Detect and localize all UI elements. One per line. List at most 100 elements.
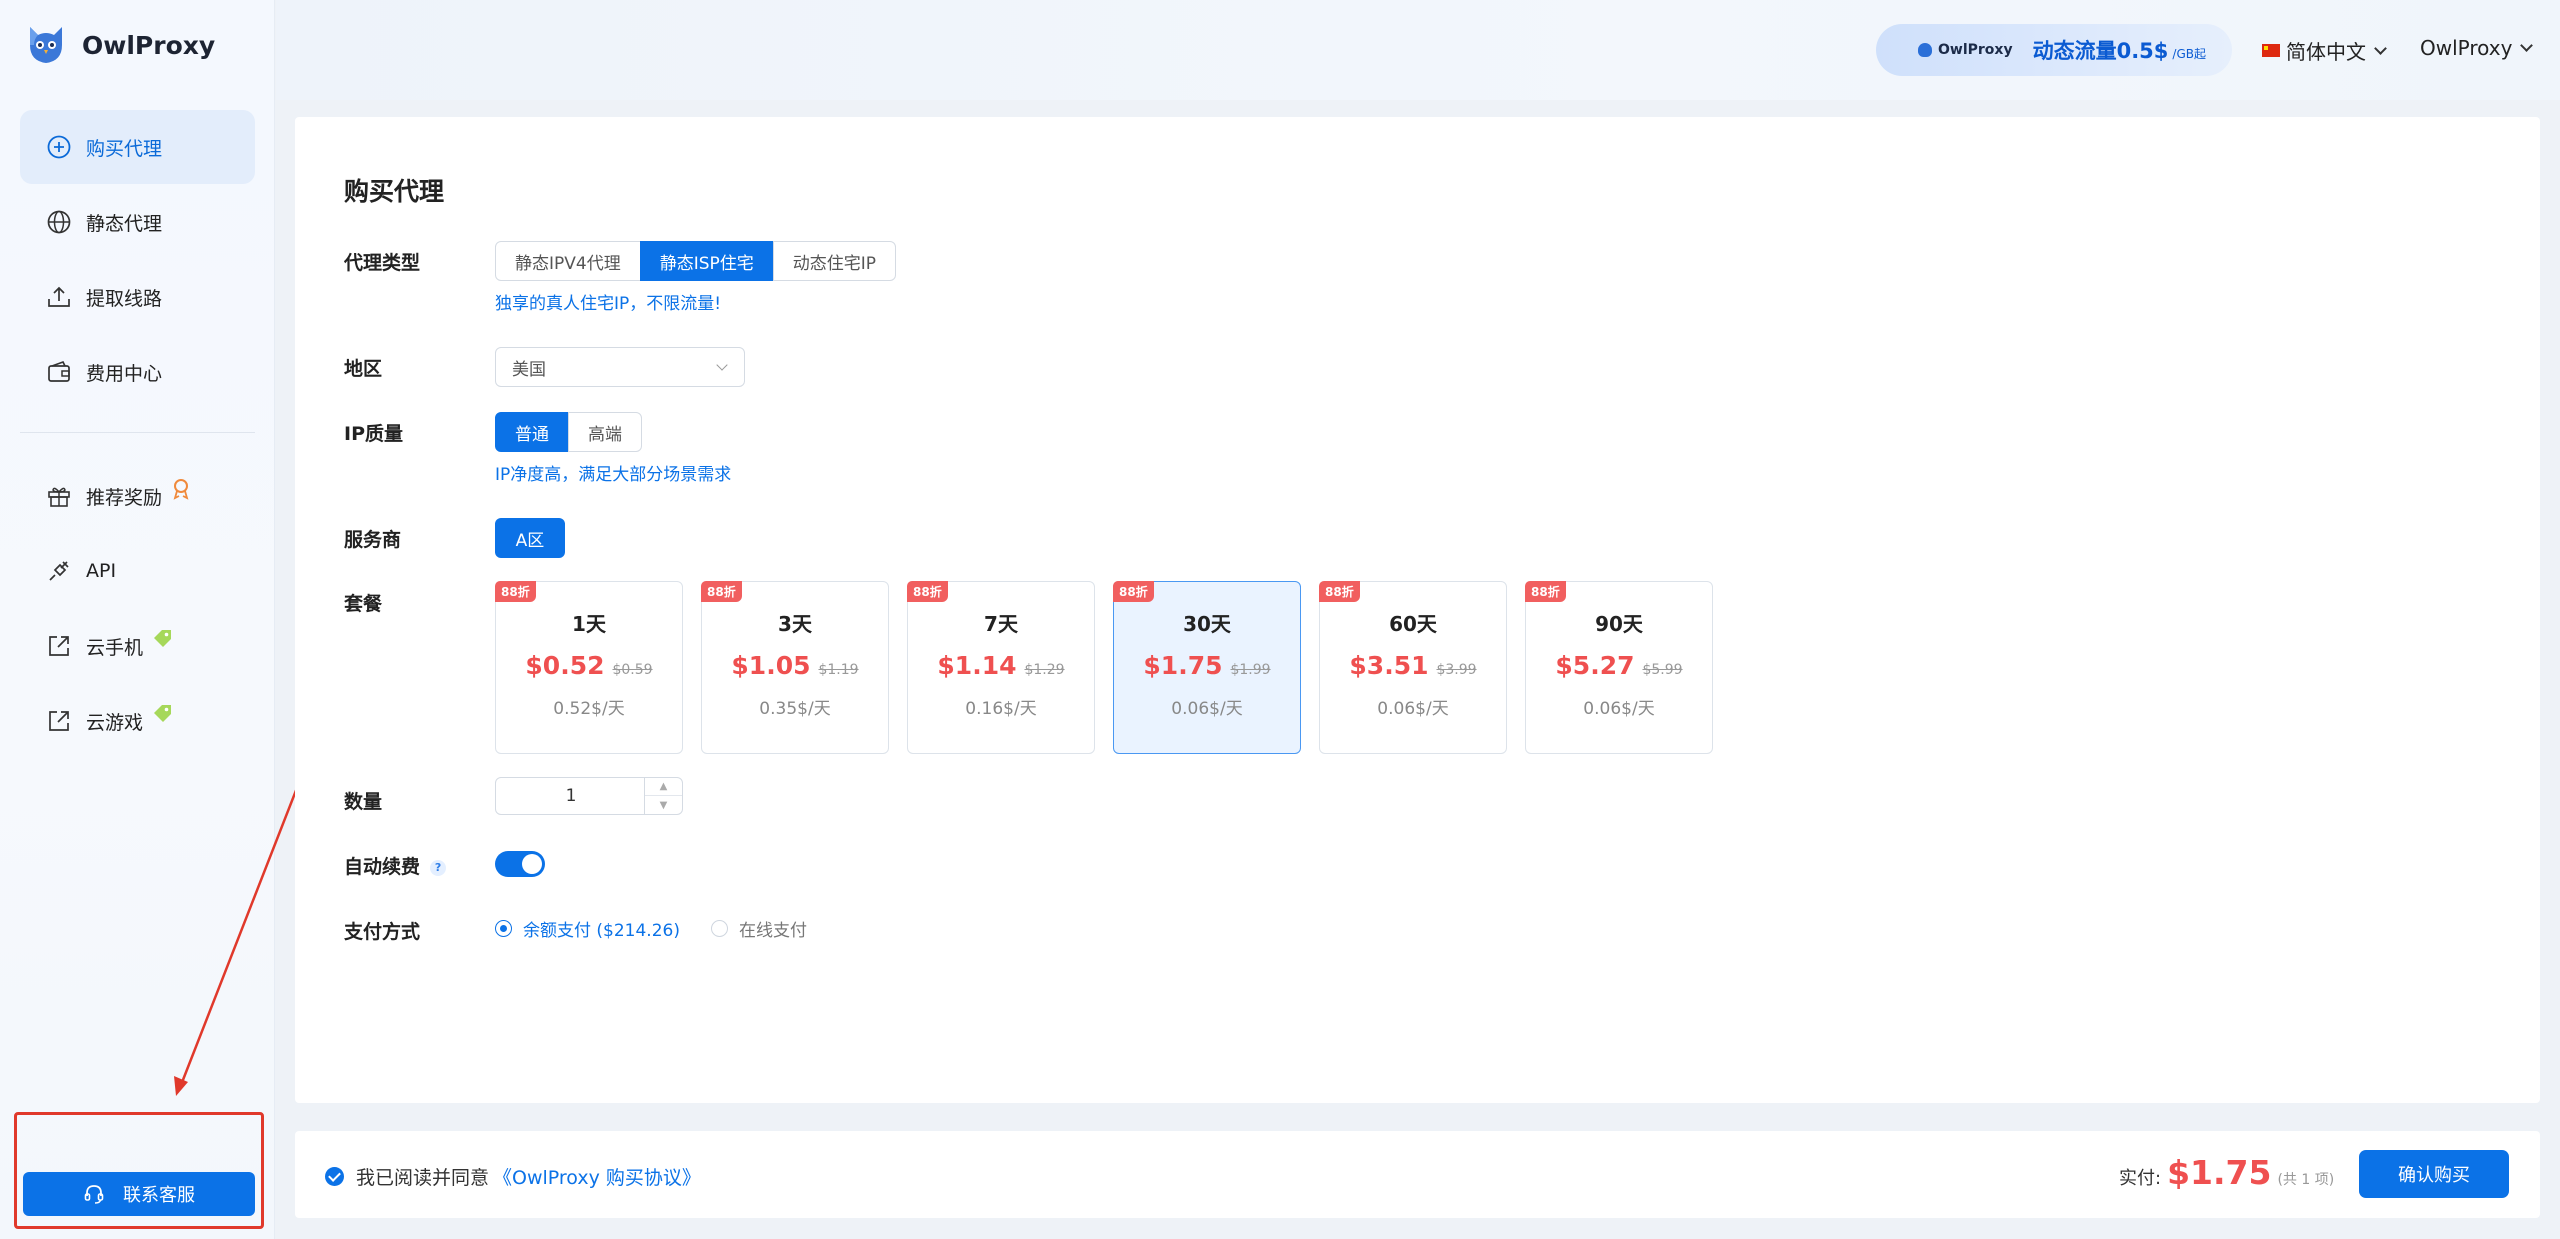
- discount-tag: 88折: [1319, 581, 1360, 602]
- sidebar-item-label: 费用中心: [86, 362, 163, 385]
- quantity-steps: ▲ ▼: [644, 778, 682, 814]
- proxy-type-option-dynamic[interactable]: 动态住宅IP: [772, 241, 897, 281]
- promo-brand-text: OwlProxy: [1938, 42, 2013, 58]
- confirm-purchase-button[interactable]: 确认购买: [2359, 1150, 2509, 1198]
- sidebar-item-static-proxy[interactable]: 静态代理: [20, 185, 255, 259]
- plan-price-old: $1.29: [1024, 662, 1065, 678]
- language-label: 简体中文: [2286, 40, 2366, 64]
- user-name: OwlProxy: [2420, 36, 2513, 60]
- checkout-bar: 我已阅读并同意 《OwlProxy 购买协议》 实付: $1.75 (共 1 项…: [295, 1131, 2540, 1218]
- ip-quality-option-normal[interactable]: 普通: [495, 412, 569, 452]
- plan-list: 88折 1天 $0.52 $0.59 0.52$/天 88折 3天 $1.05 …: [495, 581, 1731, 754]
- sidebar-item-label: API: [86, 560, 117, 582]
- ip-quality-label: IP质量: [344, 423, 403, 445]
- share-box-icon: [49, 636, 69, 656]
- plan-card-60-days[interactable]: 88折 60天 $3.51 $3.99 0.06$/天: [1319, 581, 1507, 754]
- provider-option-a[interactable]: A区: [495, 518, 565, 558]
- contact-support-button[interactable]: 联系客服: [23, 1172, 255, 1216]
- sidebar-item-label: 推荐奖励: [86, 486, 163, 509]
- quantity-decrement-button[interactable]: ▼: [645, 796, 682, 814]
- plan-price: $3.51 $3.99: [1320, 651, 1506, 680]
- owl-logo-icon: [1918, 43, 1932, 57]
- globe-icon: [47, 210, 71, 234]
- wallet-icon: [48, 360, 70, 382]
- promo-main-text: 动态流量0.5$: [2032, 39, 2169, 63]
- plan-card-30-days[interactable]: 88折 30天 $1.75 $1.99 0.06$/天: [1113, 581, 1301, 754]
- sidebar-nav: 购买代理 静态代理 提取线路 费用中心 推荐奖励 API 云手机 云游戏: [20, 110, 255, 759]
- plan-card-7-days[interactable]: 88折 7天 $1.14 $1.29 0.16$/天: [907, 581, 1095, 754]
- payment-option-label: 在线支付: [739, 921, 807, 941]
- sidebar-item-billing[interactable]: 费用中心: [20, 335, 255, 409]
- agreement-checkbox[interactable]: 我已阅读并同意 《OwlProxy 购买协议》: [325, 1163, 701, 1190]
- user-menu[interactable]: OwlProxy: [2420, 36, 2534, 60]
- plan-price-old: $3.99: [1436, 662, 1477, 678]
- plan-days: 90天: [1595, 612, 1643, 636]
- tag-icon: [154, 705, 172, 722]
- proxy-type-hint: 独享的真人住宅IP，不限流量!: [495, 294, 722, 314]
- radio-balance[interactable]: [495, 920, 512, 937]
- plan-label: 套餐: [344, 593, 383, 615]
- payment-option-online[interactable]: 在线支付: [711, 916, 807, 941]
- sidebar-divider: [20, 432, 255, 433]
- region-value: 美国: [512, 359, 546, 380]
- agreement-link[interactable]: 《OwlProxy 购买协议》: [493, 1163, 701, 1190]
- plan-days: 60天: [1389, 612, 1437, 636]
- discount-tag: 88折: [701, 581, 742, 602]
- total-summary: 实付: $1.75 (共 1 项): [2119, 1153, 2334, 1192]
- sidebar-item-label: 云手机: [86, 636, 144, 659]
- sidebar-item-cloud-game[interactable]: 云游戏: [20, 684, 255, 758]
- sidebar-item-api[interactable]: API: [20, 534, 255, 608]
- plan-price-now: $1.05: [731, 651, 811, 680]
- ip-quality-hint: IP净度高，满足大部分场景需求: [495, 465, 732, 485]
- plan-price: $0.52 $0.59: [496, 651, 682, 680]
- proxy-type-option-ipv4[interactable]: 静态IPV4代理: [495, 241, 641, 281]
- chevron-down-icon: [2520, 39, 2534, 52]
- logo[interactable]: OwlProxy: [24, 22, 215, 68]
- total-label: 实付:: [2119, 1168, 2162, 1189]
- sidebar-item-label: 云游戏: [86, 711, 144, 734]
- sidebar-item-label: 静态代理: [86, 212, 163, 235]
- auto-renew-label-row: 自动续费?: [344, 852, 447, 879]
- sidebar-item-extract-lines[interactable]: 提取线路: [20, 260, 255, 334]
- payment-option-balance[interactable]: 余额支付 ($214.26): [495, 916, 680, 941]
- plan-price-now: $0.52: [525, 651, 605, 680]
- quantity-input[interactable]: 1: [496, 778, 646, 814]
- china-flag-icon: [2262, 44, 2280, 57]
- plan-per-day: 0.06$/天: [1171, 699, 1243, 719]
- sidebar: OwlProxy 购买代理 静态代理 提取线路 费用中心 推荐奖励 API 云手…: [0, 0, 275, 1239]
- sidebar-item-buy-proxy[interactable]: 购买代理: [20, 110, 255, 184]
- proxy-type-option-isp[interactable]: 静态ISP住宅: [639, 241, 774, 281]
- agreement-text: 我已阅读并同意: [356, 1167, 490, 1189]
- check-circle-icon[interactable]: [325, 1167, 344, 1186]
- plan-price: $1.14 $1.29: [908, 651, 1094, 680]
- plan-days: 3天: [778, 612, 812, 636]
- plan-price: $1.05 $1.19: [702, 651, 888, 680]
- plan-card-1-day[interactable]: 88折 1天 $0.52 $0.59 0.52$/天: [495, 581, 683, 754]
- radio-online[interactable]: [711, 920, 728, 937]
- proxy-type-selector: 静态IPV4代理 静态ISP住宅 动态住宅IP: [495, 241, 897, 281]
- promo-banner[interactable]: OwlProxy 动态流量0.5$ /GB起: [1876, 24, 2232, 76]
- share-box-icon: [49, 711, 69, 731]
- plan-price-old: $0.59: [612, 662, 653, 678]
- sidebar-item-cloud-phone[interactable]: 云手机: [20, 609, 255, 683]
- quantity-label: 数量: [344, 791, 383, 813]
- support-annotation-box: 联系客服: [14, 1112, 264, 1229]
- purchase-panel: 购买代理 代理类型 静态IPV4代理 静态ISP住宅 动态住宅IP 独享的真人住…: [295, 117, 2540, 1103]
- plan-price-old: $1.19: [818, 662, 859, 678]
- total-count: (共 1 项): [2277, 1172, 2335, 1188]
- plan-price-old: $1.99: [1230, 662, 1271, 678]
- plus-circle-icon: [47, 135, 71, 159]
- discount-tag: 88折: [1113, 581, 1154, 602]
- plan-card-3-days[interactable]: 88折 3天 $1.05 $1.19 0.35$/天: [701, 581, 889, 754]
- help-icon[interactable]: ?: [430, 859, 447, 876]
- sidebar-item-referral[interactable]: 推荐奖励: [20, 459, 255, 533]
- auto-renew-toggle[interactable]: [495, 851, 545, 877]
- quantity-increment-button[interactable]: ▲: [645, 778, 682, 796]
- upload-icon: [48, 286, 70, 307]
- promo-brand: OwlProxy: [1918, 42, 2013, 58]
- plan-card-90-days[interactable]: 88折 90天 $5.27 $5.99 0.06$/天: [1525, 581, 1713, 754]
- quantity-stepper: 1 ▲ ▼: [495, 777, 683, 815]
- language-selector[interactable]: 简体中文: [2262, 36, 2387, 65]
- region-select[interactable]: 美国: [495, 347, 745, 387]
- ip-quality-option-premium[interactable]: 高端: [568, 412, 642, 452]
